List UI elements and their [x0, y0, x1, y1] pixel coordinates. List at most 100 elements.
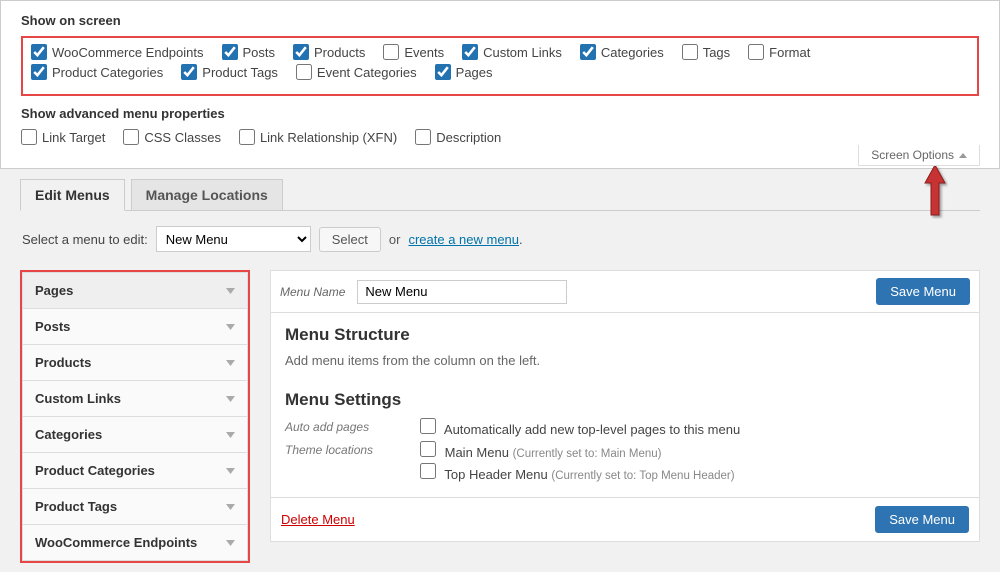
show-on-screen-label: Posts: [243, 45, 276, 60]
menu-name-label: Menu Name: [280, 285, 345, 299]
screen-options-tab-label: Screen Options: [871, 148, 954, 162]
accordion-header[interactable]: Posts: [23, 309, 247, 344]
show-on-screen-option: Format: [748, 44, 810, 60]
advanced-checkboxes: Link TargetCSS ClassesLink Relationship …: [21, 129, 979, 149]
show-on-screen-checkbox[interactable]: [682, 44, 698, 60]
menu-structure-heading: Menu Structure: [285, 325, 965, 345]
advanced-label: Link Target: [42, 130, 105, 145]
show-on-screen-option: Custom Links: [462, 44, 562, 60]
save-menu-button-top[interactable]: Save Menu: [876, 278, 970, 305]
nav-tabs: Edit Menus Manage Locations: [20, 178, 980, 211]
show-on-screen-option: Product Tags: [181, 64, 278, 80]
screen-options-tab[interactable]: Screen Options: [858, 145, 980, 166]
create-menu-link[interactable]: create a new menu: [408, 232, 519, 247]
advanced-checkbox[interactable]: [21, 129, 37, 145]
chevron-down-icon: [226, 432, 235, 438]
accordion-header[interactable]: Product Tags: [23, 489, 247, 524]
accordion-header[interactable]: Pages: [23, 273, 247, 308]
accordion-header[interactable]: Products: [23, 345, 247, 380]
show-on-screen-checkbox[interactable]: [580, 44, 596, 60]
show-on-screen-label: WooCommerce Endpoints: [52, 45, 204, 60]
show-on-screen-option: Product Categories: [31, 64, 163, 80]
accordion-header[interactable]: Categories: [23, 417, 247, 452]
advanced-checkbox[interactable]: [415, 129, 431, 145]
accordion-item: Product Categories: [23, 453, 247, 489]
accordion-label: Product Categories: [35, 463, 155, 478]
accordion-label: Categories: [35, 427, 102, 442]
show-on-screen-label: Pages: [456, 65, 493, 80]
show-on-screen-checkbox[interactable]: [222, 44, 238, 60]
delete-menu-link[interactable]: Delete Menu: [281, 512, 355, 527]
show-on-screen-checkbox[interactable]: [181, 64, 197, 80]
advanced-option: CSS Classes: [123, 129, 221, 145]
arrow-up-icon: [922, 163, 948, 222]
theme-loc-top: Top Header Menu (Currently set to: Top M…: [444, 467, 734, 482]
show-on-screen-label: Tags: [703, 45, 730, 60]
show-on-screen-heading: Show on screen: [21, 13, 979, 28]
chevron-down-icon: [226, 288, 235, 294]
show-on-screen-checkbox[interactable]: [462, 44, 478, 60]
advanced-checkbox[interactable]: [239, 129, 255, 145]
chevron-down-icon: [226, 396, 235, 402]
menu-name-input[interactable]: [357, 280, 567, 304]
menu-body: Menu Structure Add menu items from the c…: [270, 313, 980, 498]
theme-loc-top-checkbox[interactable]: [420, 463, 436, 479]
show-on-screen-checkbox[interactable]: [293, 44, 309, 60]
show-on-screen-option: Event Categories: [296, 64, 417, 80]
advanced-label: CSS Classes: [144, 130, 221, 145]
show-on-screen-checkboxes: WooCommerce Endpoints Posts Products Events…: [31, 44, 969, 84]
chevron-down-icon: [226, 468, 235, 474]
chevron-down-icon: [226, 324, 235, 330]
accordion-label: Products: [35, 355, 91, 370]
accordion-item: Pages: [23, 273, 247, 309]
show-on-screen-checkbox[interactable]: [748, 44, 764, 60]
theme-loc-main-checkbox[interactable]: [420, 441, 436, 457]
advanced-label: Description: [436, 130, 501, 145]
tab-manage-locations[interactable]: Manage Locations: [131, 179, 283, 211]
or-text: or: [389, 232, 401, 247]
screen-options-panel: Show on screen WooCommerce Endpoints Post…: [0, 0, 1000, 169]
advanced-option: Link Target: [21, 129, 105, 145]
chevron-down-icon: [226, 360, 235, 366]
chevron-down-icon: [226, 504, 235, 510]
show-on-screen-checkbox[interactable]: [435, 64, 451, 80]
menu-settings-heading: Menu Settings: [285, 390, 965, 410]
accordion-item: Categories: [23, 417, 247, 453]
tab-edit-menus[interactable]: Edit Menus: [20, 179, 125, 211]
chevron-down-icon: [226, 540, 235, 546]
select-button[interactable]: Select: [319, 227, 381, 252]
show-on-screen-option: WooCommerce Endpoints: [31, 44, 204, 60]
advanced-checkbox[interactable]: [123, 129, 139, 145]
show-on-screen-label: Product Tags: [202, 65, 278, 80]
menu-footer: Delete Menu Save Menu: [270, 498, 980, 542]
save-menu-button-bottom[interactable]: Save Menu: [875, 506, 969, 533]
show-on-screen-checkbox[interactable]: [31, 64, 47, 80]
show-on-screen-label: Events: [404, 45, 444, 60]
theme-loc-main: Main Menu (Currently set to: Main Menu): [445, 445, 662, 460]
accordion-header[interactable]: WooCommerce Endpoints: [23, 525, 247, 560]
accordion-header[interactable]: Custom Links: [23, 381, 247, 416]
show-on-screen-highlight: WooCommerce Endpoints Posts Products Events…: [21, 36, 979, 96]
auto-add-checkbox[interactable]: [420, 418, 436, 434]
accordion-label: WooCommerce Endpoints: [35, 535, 197, 550]
show-on-screen-label: Products: [314, 45, 365, 60]
advanced-option: Description: [415, 129, 501, 145]
show-on-screen-checkbox[interactable]: [31, 44, 47, 60]
show-on-screen-option: Events: [383, 44, 444, 60]
select-menu-row: Select a menu to edit: New Menu Select o…: [22, 226, 980, 252]
show-on-screen-checkbox[interactable]: [383, 44, 399, 60]
show-on-screen-option: Categories: [580, 44, 664, 60]
show-on-screen-option: Posts: [222, 44, 276, 60]
show-on-screen-option: Tags: [682, 44, 730, 60]
accordion-header[interactable]: Product Categories: [23, 453, 247, 488]
accordion-label: Custom Links: [35, 391, 121, 406]
show-on-screen-option: Products: [293, 44, 365, 60]
show-on-screen-option: Pages: [435, 64, 493, 80]
show-on-screen-label: Format: [769, 45, 810, 60]
show-on-screen-checkbox[interactable]: [296, 64, 312, 80]
accordion-highlight: Pages Posts Products Custom Links Categories…: [20, 270, 250, 563]
auto-add-text: Automatically add new top-level pages to…: [444, 422, 740, 437]
theme-locations-label: Theme locations: [285, 441, 420, 457]
menu-select[interactable]: New Menu: [156, 226, 311, 252]
accordion-label: Posts: [35, 319, 70, 334]
